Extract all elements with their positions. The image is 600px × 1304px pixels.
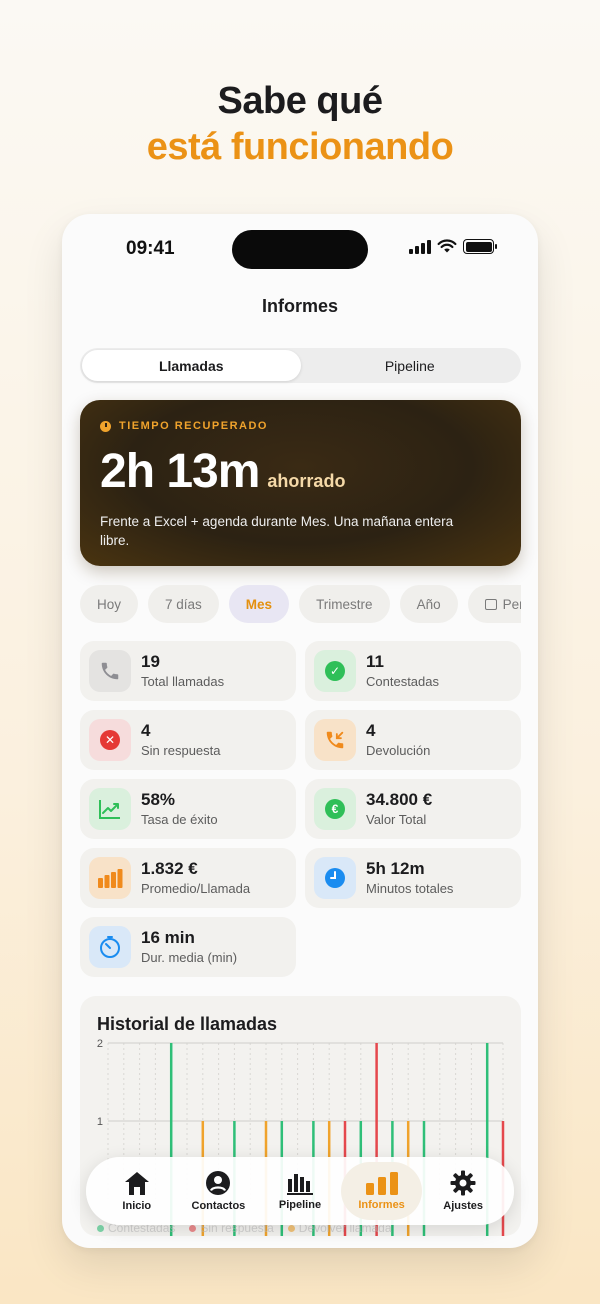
page-title: Informes [261,296,339,316]
stat-value: 11 [366,651,384,671]
stat-card-valor-total[interactable]: € 34.800 € Valor Total [305,779,521,839]
stat-card-total-llamadas[interactable]: 19 Total llamadas [80,641,296,701]
status-icons [409,239,497,254]
y-tick-label: 1 [97,1116,103,1128]
tab-label: Contactos [191,1200,246,1212]
clock-icon [100,420,111,432]
period-chip-trimestre[interactable]: Trimestre [299,585,390,623]
stat-label: Tasa de éxito [141,811,218,827]
stat-label: Devolución [366,742,431,758]
stat-value: 16 min [141,927,195,947]
segment-llamadas[interactable]: Llamadas [82,350,301,381]
period-chip-hoy[interactable]: Hoy [80,585,139,623]
stat-card-sin-respuesta[interactable]: ✕ 4 Sin respuesta [80,710,296,770]
tab-label: Informes [358,1199,405,1211]
tab-contactos[interactable]: Contactos [178,1162,260,1220]
stat-label: Minutos totales [366,880,454,896]
period-chip-mes[interactable]: Mes [228,585,290,623]
dynamic-island [232,230,368,269]
period-filter: Hoy 7 días Mes Trimestre Año Per [80,585,521,625]
stat-label: Contestadas [366,673,439,689]
stat-value: 19 [141,651,160,671]
period-chip-custom-label: Per [502,596,521,612]
tab-label: Pipeline [278,1199,322,1211]
phone-icon [89,650,131,692]
stat-label: Promedio/Llamada [141,880,251,896]
stat-value: 4 [366,720,376,740]
tab-bar: Inicio Contactos Pipeline Informes Ajust… [86,1157,514,1225]
bar-chart-icon [89,857,131,899]
hero-tag: TIEMPO RECUPERADO [100,420,501,432]
status-time: 09:41 [126,238,175,259]
status-bar: 09:41 [62,214,538,284]
check-circle-icon: ✓ [314,650,356,692]
stat-value: 58% [141,789,176,809]
phone-callback-icon [314,719,356,761]
stat-card-tasa-exito[interactable]: 58% Tasa de éxito [80,779,296,839]
time-saved-card: TIEMPO RECUPERADO 2h 13m ahorrado Frente… [80,400,521,566]
stat-card-minutos[interactable]: 5h 12m Minutos totales [305,848,521,908]
battery-icon [463,239,497,254]
headline-line-1: Sabe qué [217,80,383,122]
tab-label: Inicio [122,1200,152,1212]
cellular-signal-icon [409,239,431,254]
period-chip-7-dias[interactable]: 7 días [148,585,219,623]
pipeline-icon [286,1174,313,1195]
euro-icon: € [314,788,356,830]
stat-card-contestadas[interactable]: ✓ 11 Contestadas [305,641,521,701]
tab-informes[interactable]: Informes [340,1162,423,1220]
stat-value: 4 [141,720,151,740]
hero-value-row: 2h 13m ahorrado [100,446,501,498]
hero-value: 2h 13m [100,445,260,498]
y-tick-label: 2 [97,1038,103,1050]
stat-label: Valor Total [366,811,427,827]
stat-label: Dur. media (min) [141,949,238,965]
stat-value: 1.832 € [141,858,198,878]
headline-line-2: está funcionando [146,126,454,168]
clock-icon [314,857,356,899]
period-chip-ano[interactable]: Año [399,585,458,623]
calendar-icon [484,598,497,610]
hero-suffix: ahorrado [267,471,346,491]
phone-frame: 09:41 Informes Llamadas Pipeline TIEMPO … [62,214,538,1248]
chart-icon [365,1172,398,1195]
segmented-control: Llamadas Pipeline [80,348,521,383]
stat-card-duracion-media[interactable]: 16 min Dur. media (min) [80,917,296,977]
tab-inicio[interactable]: Inicio [96,1162,178,1220]
stat-value: 5h 12m [366,858,425,878]
marketing-headline: Sabe qué está funcionando [0,78,600,170]
stat-value: 34.800 € [366,789,433,809]
tab-ajustes[interactable]: Ajustes [422,1162,504,1220]
x-circle-icon: ✕ [89,719,131,761]
stat-label: Sin respuesta [141,742,221,758]
tab-label: Ajustes [443,1200,484,1212]
timer-icon [89,926,131,968]
stat-card-devolucion[interactable]: 4 Devolución [305,710,521,770]
home-icon [124,1172,149,1195]
trend-up-icon [89,788,131,830]
stat-label: Total llamadas [141,673,225,689]
period-chip-custom[interactable]: Per [467,585,521,623]
hero-description: Frente a Excel + agenda durante Mes. Una… [100,514,454,548]
stat-card-promedio[interactable]: 1.832 € Promedio/Llamada [80,848,296,908]
segment-pipeline[interactable]: Pipeline [301,350,520,381]
hero-tag-label: TIEMPO RECUPERADO [119,420,268,432]
gear-icon [450,1170,476,1196]
wifi-icon [437,239,457,253]
person-icon [206,1171,231,1195]
tab-pipeline[interactable]: Pipeline [259,1162,341,1220]
